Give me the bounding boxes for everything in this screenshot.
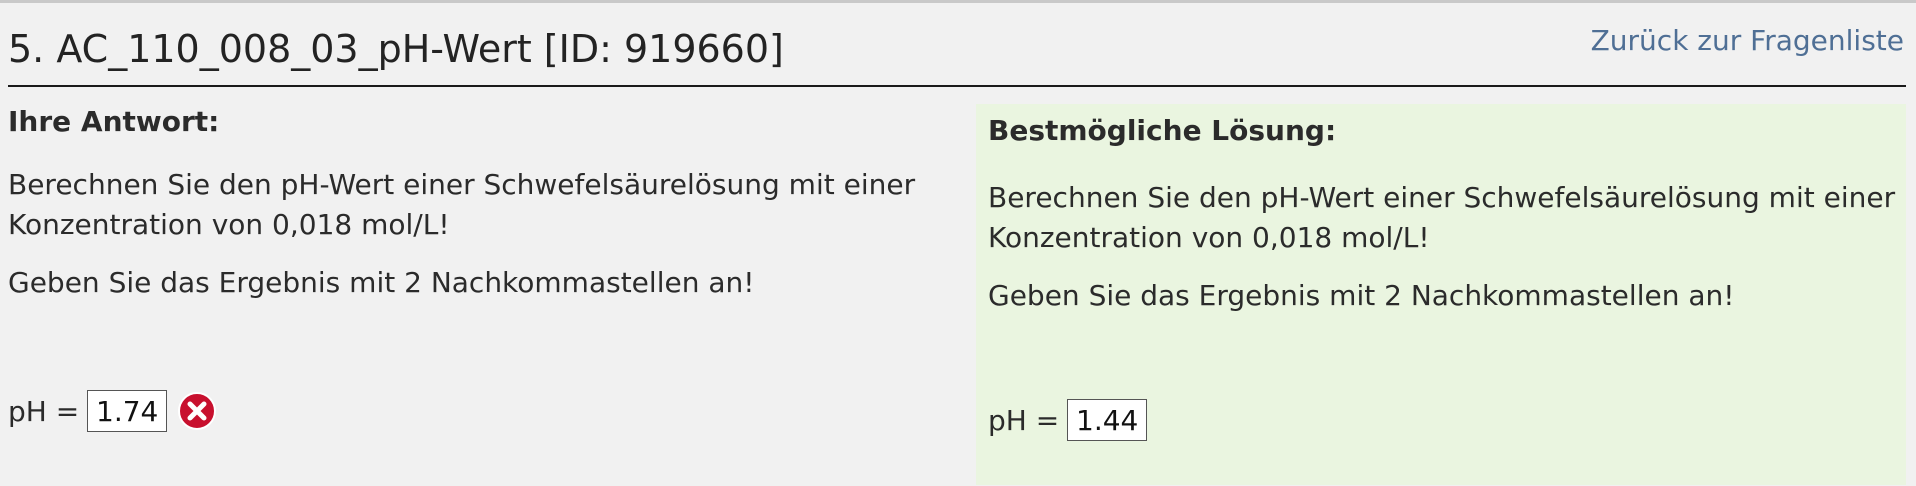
ph-label: pH = — [8, 394, 80, 428]
question-instruction: Geben Sie das Ergebnis mit 2 Nachkommast… — [8, 266, 755, 299]
best-solution-panel: Bestmögliche Lösung: Berechnen Sie den p… — [976, 104, 1906, 485]
your-answer-panel: Ihre Antwort: Berechnen Sie den pH-Wert … — [8, 89, 968, 485]
wrong-icon — [177, 391, 217, 431]
ph-answer-input[interactable] — [87, 390, 168, 432]
question-instruction: Geben Sie das Ergebnis mit 2 Nachkommast… — [988, 279, 1735, 312]
your-answer-heading: Ihre Antwort: — [8, 105, 220, 138]
back-to-question-list-link[interactable]: Zurück zur Fragenliste — [1591, 24, 1904, 57]
ph-solution-input[interactable] — [1067, 399, 1148, 441]
solution-row: pH = — [988, 398, 1148, 442]
page-header: 5. AC_110_008_03_pH-Wert [ID: 919660] Zu… — [8, 3, 1906, 87]
page-title: 5. AC_110_008_03_pH-Wert [ID: 919660] — [8, 27, 784, 71]
best-solution-heading: Bestmögliche Lösung: — [988, 114, 1337, 147]
answer-row: pH = — [8, 389, 217, 433]
question-text: Berechnen Sie den pH-Wert einer Schwefel… — [988, 181, 1896, 254]
question-text: Berechnen Sie den pH-Wert einer Schwefel… — [8, 168, 916, 241]
ph-label: pH = — [988, 403, 1060, 437]
